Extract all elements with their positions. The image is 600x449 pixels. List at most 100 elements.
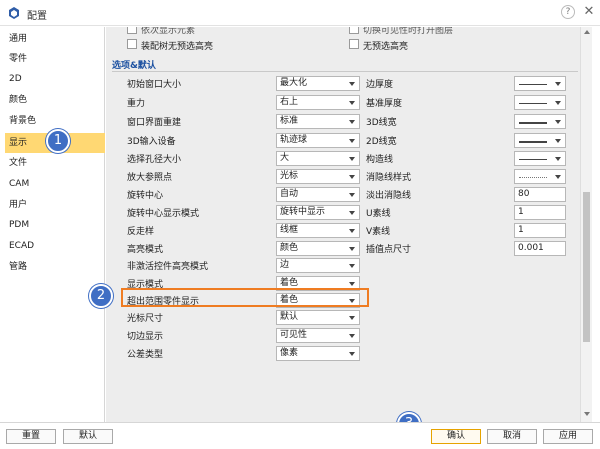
close-button[interactable]: ✕ <box>582 4 596 20</box>
u-isoline-input[interactable]: 1 <box>514 205 566 220</box>
tolerance-type-dropdown[interactable]: 像素 <box>276 346 360 361</box>
setting-label-u-isoline: U素线 <box>366 209 391 219</box>
window-title: 配置 <box>27 11 47 22</box>
zoom-reference-dropdown[interactable]: 光标 <box>276 169 360 184</box>
reset-button[interactable]: 重置 <box>6 429 56 444</box>
help-button[interactable]: ? <box>561 5 575 19</box>
chevron-down-icon <box>349 193 355 197</box>
cursor-size-dropdown[interactable]: 默认 <box>276 310 360 325</box>
display-settings-panel: 依次显示元素 装配树无预选高亮 切换可见性时打开图层 无预选高亮 选项&默认 初… <box>106 27 592 422</box>
2d-line-width-dropdown[interactable] <box>514 133 566 148</box>
ok-button[interactable]: 确认 <box>431 429 481 444</box>
setting-label-initial-window-size: 初始窗口大小 <box>127 80 182 90</box>
no-preselect-highlight-checkbox[interactable] <box>349 39 359 49</box>
chevron-down-icon <box>349 229 355 233</box>
sidebar-item-color[interactable]: 颜色 <box>5 90 105 110</box>
line-weight-preview <box>519 141 547 143</box>
panel-content: 依次显示元素 装配树无预选高亮 切换可见性时打开图层 无预选高亮 选项&默认 初… <box>106 27 580 422</box>
chevron-down-icon <box>349 264 355 268</box>
layer-on-visibility-checkbox[interactable] <box>349 27 359 34</box>
chevron-down-icon <box>349 175 355 179</box>
tangent-edge-dropdown[interactable]: 可见性 <box>276 328 360 343</box>
scroll-down-arrow-icon[interactable] <box>584 412 590 416</box>
highlight-box <box>121 288 369 307</box>
rotation-center-dropdown[interactable]: 自动 <box>276 187 360 202</box>
sidebar-item-user[interactable]: 用户 <box>5 195 105 215</box>
sidebar-item-part[interactable]: 零件 <box>5 49 105 69</box>
sidebar-item-pdm[interactable]: PDM <box>5 215 105 235</box>
sequential-display-checkbox[interactable] <box>127 27 137 34</box>
dropdown-value: 旋转中显示 <box>280 207 326 217</box>
sidebar-item-file[interactable]: 文件 <box>5 153 105 173</box>
setting-label-2d-line-width: 2D线宽 <box>366 137 397 147</box>
chevron-down-icon <box>349 282 355 286</box>
panel-scrollbar[interactable] <box>580 27 592 422</box>
step-badge-2: 2 <box>89 284 113 308</box>
setting-label-window-rebuild: 窗口界面重建 <box>127 118 182 128</box>
interpolation-size-input[interactable]: 0.001 <box>514 241 566 256</box>
sidebar-item-piping[interactable]: 管路 <box>5 257 105 277</box>
setting-label-inactive-highlight: 非激活控件高亮模式 <box>127 262 209 272</box>
chevron-down-icon <box>555 82 561 86</box>
no-preselect-highlight-label: 无预选高亮 <box>363 42 409 52</box>
setting-label-fade-hidden-line: 淡出消隐线 <box>366 191 412 201</box>
setting-label-zoom-reference: 放大参照点 <box>127 173 173 183</box>
dropdown-value: 标准 <box>280 116 299 126</box>
chevron-down-icon <box>349 139 355 143</box>
setting-label-3d-line-width: 3D线宽 <box>366 118 397 128</box>
3d-line-width-dropdown[interactable] <box>514 114 566 129</box>
dropdown-value: 可见性 <box>280 330 308 340</box>
dropdown-value: 右上 <box>280 97 299 107</box>
fade-hidden-line-input[interactable]: 80 <box>514 187 566 202</box>
chevron-down-icon <box>349 120 355 124</box>
line-weight-preview <box>519 103 547 104</box>
dropdown-value: 像素 <box>280 348 299 358</box>
window-rebuild-dropdown[interactable]: 标准 <box>276 114 360 129</box>
line-weight-preview <box>519 122 547 124</box>
section-divider <box>112 71 578 72</box>
setting-label-tangent-edge: 切边显示 <box>127 332 164 342</box>
inactive-highlight-dropdown[interactable]: 边 <box>276 258 360 273</box>
layer-on-visibility-label: 切换可见性时打开图层 <box>363 27 454 36</box>
chevron-down-icon <box>555 139 561 143</box>
sidebar-item-background[interactable]: 背景色 <box>5 111 105 131</box>
setting-label-hidden-line-style: 消隐线样式 <box>366 173 412 183</box>
construction-line-dropdown[interactable] <box>514 151 566 166</box>
edge-thickness-dropdown[interactable] <box>514 76 566 91</box>
highlight-mode-dropdown[interactable]: 颜色 <box>276 241 360 256</box>
sidebar-item-2d[interactable]: 2D <box>5 69 105 89</box>
cancel-button[interactable]: 取消 <box>487 429 537 444</box>
v-isoline-input[interactable]: 1 <box>514 223 566 238</box>
dropdown-value: 光标 <box>280 171 299 181</box>
initial-window-size-dropdown[interactable]: 最大化 <box>276 76 360 91</box>
antialiasing-dropdown[interactable]: 线框 <box>276 223 360 238</box>
assembly-tree-no-preselect-checkbox[interactable] <box>127 39 137 49</box>
setting-label-aperture-size: 选择孔径大小 <box>127 155 182 165</box>
gravity-dropdown[interactable]: 右上 <box>276 95 360 110</box>
aperture-size-dropdown[interactable]: 大 <box>276 151 360 166</box>
default-button[interactable]: 默认 <box>63 429 113 444</box>
sequential-display-label: 依次显示元素 <box>141 27 196 36</box>
apply-button[interactable]: 应用 <box>543 429 593 444</box>
chevron-down-icon <box>349 157 355 161</box>
sidebar-item-cam[interactable]: CAM <box>5 174 105 194</box>
rotation-center-mode-dropdown[interactable]: 旋转中显示 <box>276 205 360 220</box>
scroll-thumb[interactable] <box>583 192 590 342</box>
dropdown-value: 轨迹球 <box>280 135 308 145</box>
datum-thickness-dropdown[interactable] <box>514 95 566 110</box>
chevron-down-icon <box>349 352 355 356</box>
line-style-preview <box>519 177 547 178</box>
3d-input-device-dropdown[interactable]: 轨迹球 <box>276 133 360 148</box>
chevron-down-icon <box>349 101 355 105</box>
scroll-up-arrow-icon[interactable] <box>584 30 590 34</box>
setting-label-tolerance-type: 公差类型 <box>127 350 164 360</box>
chevron-down-icon <box>349 316 355 320</box>
hidden-line-style-dropdown[interactable] <box>514 169 566 184</box>
setting-label-antialiasing: 反走样 <box>127 227 155 237</box>
dropdown-value: 最大化 <box>280 78 308 88</box>
sidebar-item-general[interactable]: 通用 <box>5 29 105 49</box>
chevron-down-icon <box>349 82 355 86</box>
line-weight-preview <box>519 84 547 85</box>
sidebar-item-ecad[interactable]: ECAD <box>5 236 105 256</box>
setting-label-cursor-size: 光标尺寸 <box>127 314 164 324</box>
